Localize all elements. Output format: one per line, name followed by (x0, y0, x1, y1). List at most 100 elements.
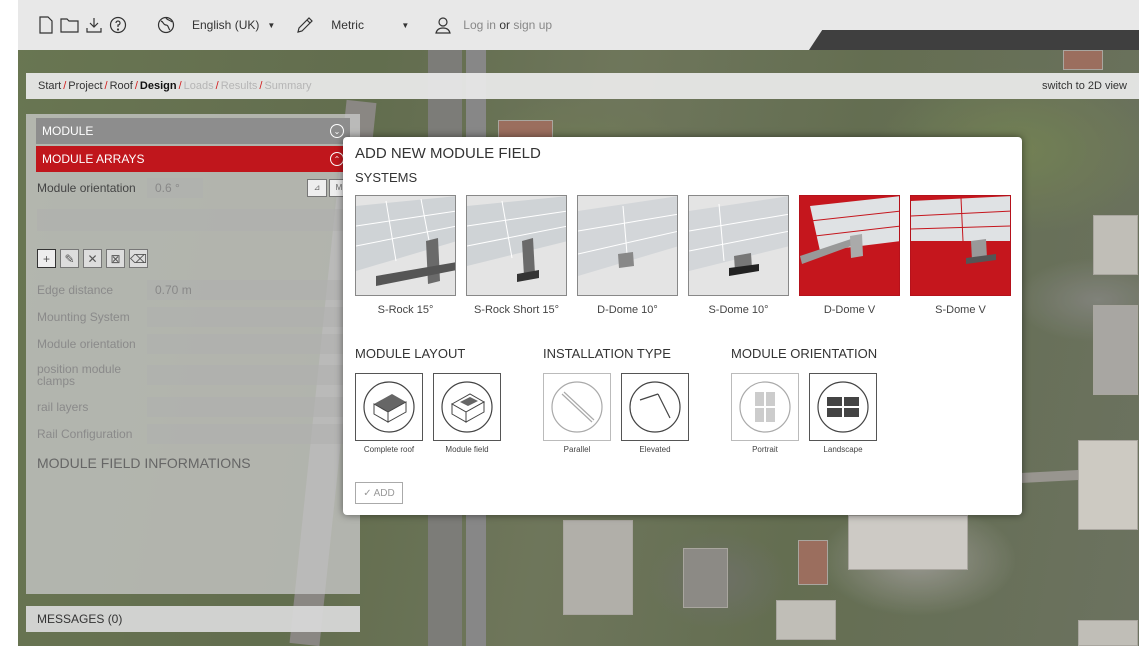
login-link[interactable]: Log in (463, 18, 496, 32)
system-thumbnail (688, 195, 789, 296)
align-left-icon[interactable]: ⊿ (307, 178, 327, 197)
system-label: D-Dome V (823, 304, 876, 316)
system-d-dome-v[interactable]: D-Dome V (799, 195, 900, 316)
orientation-option-label: Landscape (823, 445, 863, 454)
crumb-loads: Loads (183, 80, 214, 92)
orientation-portrait[interactable]: Portrait (731, 373, 799, 454)
layout-complete-roof[interactable]: Complete roof (355, 373, 423, 454)
breadcrumb: Start / Project / Roof / Design / Loads / Results /… (26, 73, 1139, 99)
orientation-title: MODULE ORIENTATION (731, 346, 878, 361)
chevron-down-icon: ▼ (401, 20, 410, 30)
add-module-field-dialog: ADD NEW MODULE FIELD SYSTEMS S-Rock 15° … (343, 137, 1022, 515)
units-value: Metric (331, 18, 364, 32)
switch-view-link[interactable]: switch to 2D view (1042, 80, 1127, 92)
mounting-system-input[interactable] (147, 306, 349, 327)
field-info-title: MODULE FIELD INFORMATIONS (37, 455, 251, 471)
landscape-icon (817, 381, 869, 433)
module-field-icon (441, 381, 493, 433)
system-s-dome-v[interactable]: S-Dome V (910, 195, 1011, 316)
system-label: S-Dome 10° (708, 304, 769, 316)
position-clamps-label: position module clamps (37, 362, 122, 388)
module-orientation-input[interactable]: 0.6 ° (147, 177, 203, 198)
check-icon: ✓ (363, 487, 372, 499)
install-parallel[interactable]: Parallel (543, 373, 611, 454)
crumb-results: Results (220, 80, 258, 92)
design-panel: MODULE ⌄ MODULE ARRAYS ⌃ Module orientat… (26, 114, 360, 594)
chevron-down-icon: ⌄ (330, 124, 344, 138)
systems-list: S-Rock 15° S-Rock Short 15° D-Dome 10° S… (355, 195, 1011, 316)
chevron-up-icon: ⌃ (330, 152, 344, 166)
module-section-header[interactable]: MODULE ⌄ (36, 118, 350, 144)
module-header-label: MODULE (42, 124, 94, 138)
parallel-icon (551, 381, 603, 433)
crumb-start[interactable]: Start (38, 80, 61, 92)
system-label: S-Rock 15° (377, 304, 434, 316)
crumb-summary: Summary (264, 80, 312, 92)
signup-link[interactable]: sign up (513, 18, 552, 32)
system-label: S-Rock Short 15° (473, 304, 560, 316)
chevron-down-icon: ▼ (267, 20, 276, 30)
layout-option-label: Module field (445, 445, 489, 454)
or-text: or (499, 18, 510, 32)
elevated-icon (629, 381, 681, 433)
orientation-option-label: Portrait (752, 445, 778, 454)
delete-icon[interactable]: ✕ (83, 249, 102, 268)
system-label: S-Dome V (935, 304, 986, 316)
rail-layers-label: rail layers (37, 399, 89, 414)
array-list[interactable] (37, 209, 349, 231)
module-orientation-section: MODULE ORIENTATION Portrait Landscape (731, 346, 877, 454)
portrait-icon (739, 381, 791, 433)
globe-icon (156, 15, 176, 35)
system-thumbnail (355, 195, 456, 296)
rail-layers-input[interactable] (147, 396, 349, 417)
layout-title: MODULE LAYOUT (355, 346, 466, 361)
language-value: English (UK) (192, 18, 260, 32)
install-elevated[interactable]: Elevated (621, 373, 689, 454)
split-icon[interactable]: ⊠ (106, 249, 125, 268)
arrays-header-label: MODULE ARRAYS (42, 152, 145, 166)
roof-icon (363, 381, 415, 433)
module-orientation2-label: Module orientation (37, 336, 136, 351)
module-layout-section: MODULE LAYOUT Complete roof Module field (355, 346, 543, 454)
installation-option-label: Parallel (563, 445, 591, 454)
crumb-project[interactable]: Project (68, 80, 102, 92)
edge-distance-input[interactable]: 0.70 m (147, 279, 349, 300)
add-button-label: ADD (373, 487, 395, 499)
position-clamps-input[interactable] (147, 365, 349, 385)
save-download-icon[interactable] (84, 15, 104, 35)
module-arrays-header[interactable]: MODULE ARRAYS ⌃ (36, 146, 350, 172)
layout-option-label: Complete roof (363, 445, 415, 454)
system-s-rock-short-15[interactable]: S-Rock Short 15° (466, 195, 567, 316)
system-s-dome-10[interactable]: S-Dome 10° (688, 195, 789, 316)
rail-config-label: Rail Configuration (37, 426, 133, 441)
add-icon[interactable]: + (37, 249, 56, 268)
dialog-title: ADD NEW MODULE FIELD (355, 145, 541, 162)
help-icon[interactable] (108, 15, 128, 35)
language-select[interactable]: English (UK) ▼ (186, 16, 281, 34)
messages-bar[interactable]: MESSAGES (0) (26, 606, 360, 632)
new-file-icon[interactable] (36, 15, 56, 35)
units-select[interactable]: Metric ▼ (325, 16, 415, 34)
mounting-system-label: Mounting System (37, 309, 130, 324)
system-thumbnail (466, 195, 567, 296)
installation-option-label: Elevated (639, 445, 671, 454)
orientation-landscape[interactable]: Landscape (809, 373, 877, 454)
system-d-dome-10[interactable]: D-Dome 10° (577, 195, 678, 316)
layout-module-field[interactable]: Module field (433, 373, 501, 454)
toolbar-notch (809, 30, 1139, 50)
add-button[interactable]: ✓ ADD (355, 482, 403, 504)
crumb-roof[interactable]: Roof (110, 80, 133, 92)
systems-title: SYSTEMS (355, 170, 418, 185)
module-orientation2-input[interactable] (147, 333, 349, 354)
module-orientation-label: Module orientation (37, 180, 136, 195)
edge-distance-label: Edge distance (37, 282, 114, 297)
system-s-rock-15[interactable]: S-Rock 15° (355, 195, 456, 316)
installation-type-section: INSTALLATION TYPE Parallel Elevated (543, 346, 731, 454)
open-folder-icon[interactable] (60, 15, 80, 35)
rail-config-input[interactable] (147, 423, 349, 444)
system-thumbnail (910, 195, 1011, 296)
system-thumbnail (577, 195, 678, 296)
crumb-design[interactable]: Design (140, 80, 177, 92)
eraser-icon[interactable]: ⌫ (129, 249, 148, 268)
edit-icon[interactable]: ✎ (60, 249, 79, 268)
